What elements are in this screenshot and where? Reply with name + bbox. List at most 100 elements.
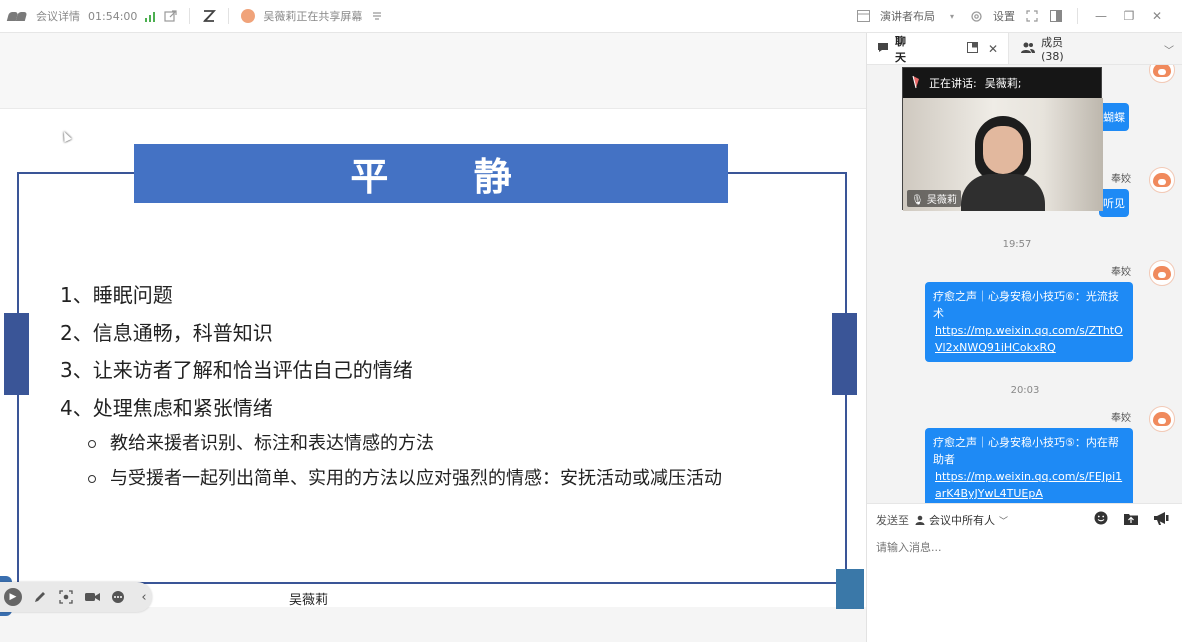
divider bbox=[1077, 8, 1078, 24]
video-header: 正在讲话: 吴薇莉; bbox=[903, 68, 1101, 98]
slide-sub-item: 教给来援者识别、标注和表达情感的方法 bbox=[88, 426, 722, 461]
file-icon[interactable] bbox=[1123, 510, 1139, 526]
avatar-face-icon bbox=[1153, 266, 1171, 280]
chevron-down-icon[interactable]: ﹀ bbox=[1164, 42, 1174, 57]
send-to-label: 发送至 bbox=[876, 514, 909, 527]
video-name-text: 吴薇莉 bbox=[926, 195, 957, 206]
mic-icon: 🎙 bbox=[911, 195, 924, 206]
presenter-name: 吴薇莉 bbox=[289, 593, 329, 608]
fullscreen-icon[interactable] bbox=[1025, 9, 1039, 23]
stage-top-area bbox=[0, 33, 866, 109]
meeting-details-link[interactable]: 会议详情 bbox=[36, 8, 80, 24]
chat-message-text: 疗愈之声｜心身安稳小技巧⑤：内在帮助者 bbox=[933, 436, 1119, 466]
slide-title-bar: 平 静 bbox=[134, 144, 728, 203]
slide-title: 平 静 bbox=[350, 154, 548, 199]
close-icon[interactable]: ✕ bbox=[1148, 9, 1166, 23]
sidebar-toggle-icon[interactable] bbox=[1049, 9, 1063, 23]
chat-bubble-partial: 蝴蝶 bbox=[1099, 103, 1129, 131]
circle-bullet-icon bbox=[88, 474, 96, 483]
top-bar: 会议详情 01:54:00 吴薇莉正在共享屏幕 演讲者布局 ▾ 设置 — ❐ ✕ bbox=[0, 0, 1182, 33]
avatar-face-icon bbox=[1153, 65, 1171, 77]
popout-icon[interactable] bbox=[967, 41, 978, 56]
chat-message-text: 疗愈之声｜心身安稳小技巧⑥：光流技术 bbox=[933, 290, 1119, 320]
chat-sender-name: 奉姣 bbox=[1111, 413, 1131, 424]
top-bar-right: 演讲者布局 ▾ 设置 — ❐ ✕ bbox=[856, 0, 1182, 32]
settings-button[interactable]: 设置 bbox=[993, 8, 1015, 24]
speaking-indicator-icon bbox=[911, 75, 921, 92]
speaker-video[interactable]: 正在讲话: 吴薇莉; 🎙 吴薇莉 bbox=[902, 67, 1103, 211]
mouse-cursor-icon bbox=[60, 129, 72, 143]
emoji-icon[interactable] bbox=[1093, 510, 1109, 526]
camera-icon[interactable] bbox=[84, 589, 100, 605]
slide-decoration-right bbox=[836, 569, 864, 609]
slide-side-tab-left bbox=[4, 313, 29, 395]
slide-item: 1、睡眠问题 bbox=[60, 283, 173, 307]
video-feed: 🎙 吴薇莉 bbox=[903, 98, 1103, 211]
meeting-duration: 01:54:00 bbox=[88, 9, 138, 23]
sharer-avatar bbox=[241, 9, 256, 23]
person-face bbox=[983, 126, 1023, 174]
avatar[interactable] bbox=[1149, 167, 1175, 193]
chat-timestamp: 20:03 bbox=[1010, 385, 1040, 396]
signal-strength-icon[interactable] bbox=[145, 10, 156, 22]
chevron-left-icon[interactable]: ‹ bbox=[136, 589, 152, 605]
more-icon[interactable] bbox=[110, 589, 126, 605]
avatar[interactable] bbox=[1149, 65, 1175, 83]
pen-icon[interactable] bbox=[32, 589, 48, 605]
slide-item: 2、信息通畅，科普知识 bbox=[60, 320, 273, 345]
divider bbox=[228, 8, 230, 24]
tab-chat[interactable]: 聊天 ✕ bbox=[867, 33, 1008, 64]
screenshot-icon[interactable] bbox=[58, 589, 74, 605]
external-link-icon[interactable] bbox=[163, 9, 177, 23]
chevron-down-icon: ﹀ bbox=[999, 516, 1009, 527]
panel-tabs: 聊天 ✕ 成员(38) ﹀ bbox=[867, 33, 1182, 65]
message-compose: 发送至 会议中所有人 ﹀ bbox=[867, 503, 1182, 642]
annotation-toolbar: ▶ ‹ bbox=[0, 582, 152, 612]
chat-message-link[interactable]: https://mp.weixin.qq.com/s/ZThtOVl2xNWQ9… bbox=[933, 322, 1125, 356]
chat-bubble-partial-text: 蝴蝶 bbox=[1103, 111, 1125, 124]
compose-actions bbox=[1093, 510, 1169, 526]
chat-bubble-partial-text: 听见 bbox=[1103, 197, 1125, 210]
chat-message[interactable]: 疗愈之声｜心身安稳小技巧⑥：光流技术 https://mp.weixin.qq.… bbox=[925, 282, 1133, 362]
chat-sender-name: 奉姣 bbox=[1111, 267, 1131, 278]
meeting-app: 会议详情 01:54:00 吴薇莉正在共享屏幕 演讲者布局 ▾ 设置 — ❐ ✕… bbox=[0, 0, 1182, 642]
chat-sender-name: 奉姣 bbox=[1111, 174, 1131, 185]
chat-message-link[interactable]: https://mp.weixin.qq.com/s/FEJpi1arK4ByJ… bbox=[933, 468, 1125, 502]
annotate-toggle-icon[interactable] bbox=[202, 9, 217, 23]
tab-members[interactable]: 成员(38) bbox=[1008, 33, 1182, 64]
recipient-label: 会议中所有人 bbox=[929, 514, 995, 527]
avatar[interactable] bbox=[1149, 260, 1175, 286]
tab-chat-label: 聊天 bbox=[895, 34, 906, 64]
speaking-label: 正在讲话: bbox=[929, 77, 977, 90]
slide-sub-item-text: 与受援者一起列出简单、实用的方法以应对强烈的情感：安抚活动或减压活动 bbox=[110, 468, 722, 489]
slide-frame-top-right bbox=[728, 172, 847, 174]
avatar-face-icon bbox=[1153, 412, 1171, 426]
slide-sub-list: 教给来援者识别、标注和表达情感的方法 与受援者一起列出简单、实用的方法以应对强烈… bbox=[88, 426, 722, 496]
menu-icon[interactable] bbox=[370, 9, 384, 23]
message-input[interactable] bbox=[876, 536, 1166, 558]
restore-icon[interactable]: ❐ bbox=[1120, 9, 1138, 23]
avatar[interactable] bbox=[1149, 406, 1175, 432]
megaphone-icon[interactable] bbox=[1153, 510, 1169, 526]
speaking-name: 吴薇莉; bbox=[984, 77, 1022, 90]
top-bar-left: 会议详情 01:54:00 吴薇莉正在共享屏幕 bbox=[0, 0, 384, 32]
chat-message[interactable]: 疗愈之声｜心身安稳小技巧⑤：内在帮助者 https://mp.weixin.qq… bbox=[925, 428, 1133, 503]
gear-icon[interactable] bbox=[969, 9, 983, 23]
avatar-face-icon bbox=[1153, 173, 1171, 187]
chevron-down-icon[interactable]: ▾ bbox=[945, 9, 959, 23]
recipient-selector[interactable]: 会议中所有人 ﹀ bbox=[915, 512, 1008, 528]
chat-tab-actions: ✕ bbox=[967, 41, 998, 56]
minimize-icon[interactable]: — bbox=[1092, 9, 1110, 23]
close-chat-icon[interactable]: ✕ bbox=[988, 42, 998, 56]
layout-icon[interactable] bbox=[856, 9, 870, 23]
layout-selector[interactable]: 演讲者布局 bbox=[880, 8, 935, 24]
person-icon bbox=[915, 515, 925, 525]
members-icon bbox=[1021, 42, 1036, 56]
sharing-status: 吴薇莉正在共享屏幕 bbox=[263, 10, 363, 23]
chat-timestamp: 19:57 bbox=[867, 239, 1177, 250]
tab-members-label: 成员(38) bbox=[1041, 36, 1064, 63]
slide-item: 3、让来访者了解和恰当评估自己的情绪 bbox=[60, 358, 413, 382]
video-name-tag: 🎙 吴薇莉 bbox=[907, 190, 961, 207]
slide-sub-item: 与受援者一起列出简单、实用的方法以应对强烈的情感：安抚活动或减压活动 bbox=[88, 461, 722, 496]
play-icon[interactable]: ▶ bbox=[4, 588, 22, 606]
